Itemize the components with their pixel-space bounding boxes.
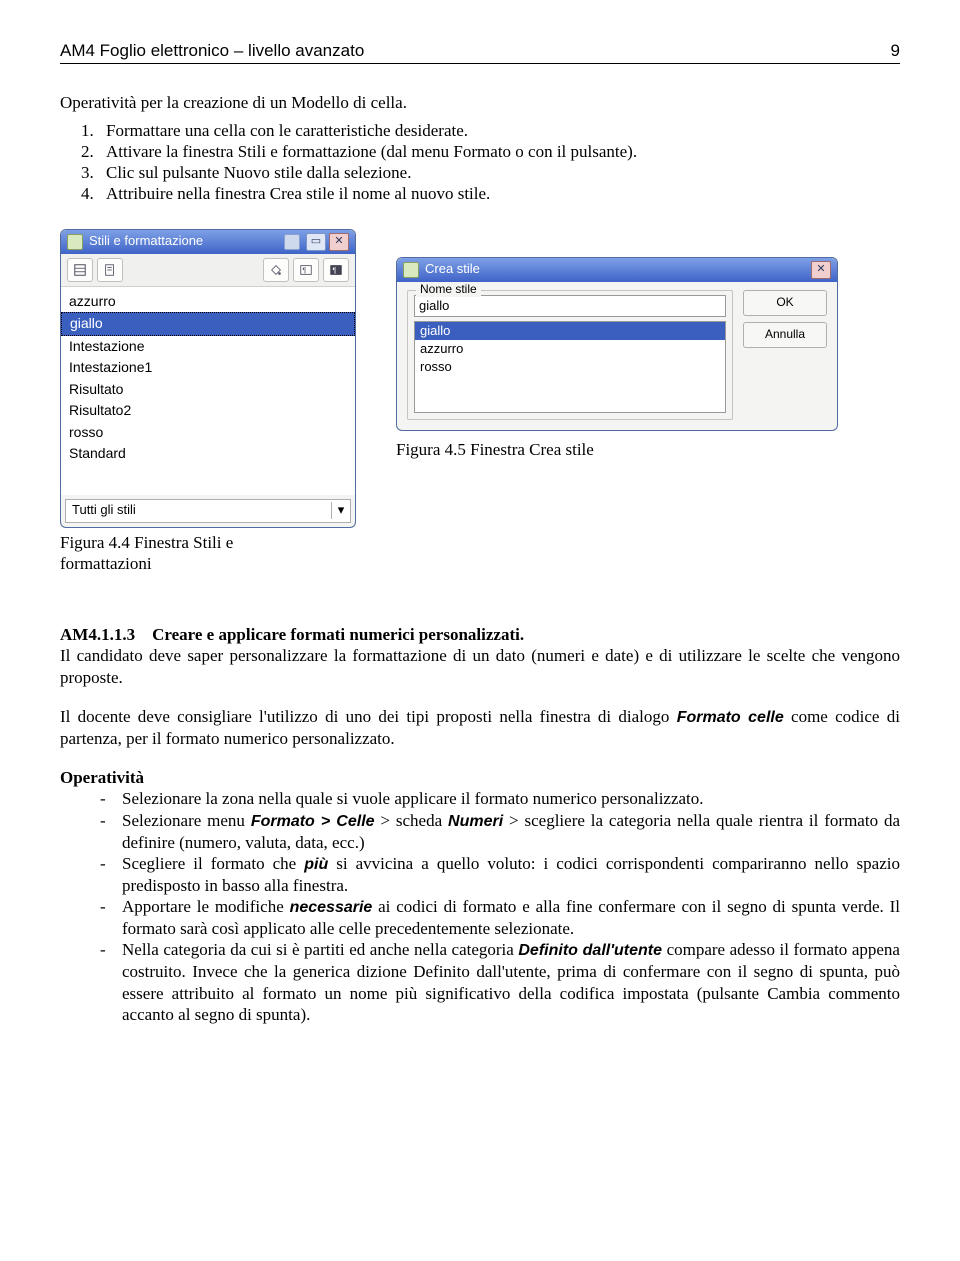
filter-combo[interactable]: Tutti gli stili ▾ [65, 499, 351, 523]
groupbox-legend: Nome stile [416, 282, 481, 297]
list-item[interactable]: Standard [61, 443, 355, 465]
subsection-para2: Il docente deve consigliare l'utilizzo d… [60, 706, 900, 749]
subsection-heading: AM4.1.1.3 Creare e applicare formati num… [60, 624, 900, 645]
list-item: Scegliere il formato che più si avvicina… [94, 853, 900, 896]
page-header: AM4 Foglio elettronico – livello avanzat… [60, 40, 900, 61]
toolbar: ¶ ¶ [61, 254, 355, 287]
create-style-dialog: Crea stile ✕ Nome stile giallo giallo az… [396, 257, 838, 431]
styles-window: Stili e formattazione ▭ ✕ [60, 229, 356, 528]
subsection-number: AM4.1.1.3 [60, 625, 135, 644]
list-item-selected[interactable]: giallo [61, 312, 355, 336]
subsection-title: Creare e applicare formati numerici pers… [152, 625, 524, 644]
list-item: Selezionare la zona nella quale si vuole… [94, 788, 900, 809]
cell-styles-icon[interactable] [67, 258, 93, 282]
cancel-button[interactable]: Annulla [743, 322, 827, 348]
close-button[interactable]: ✕ [329, 233, 349, 251]
list-item[interactable]: azzurro [415, 340, 725, 358]
step-item: Formattare una cella con le caratteristi… [98, 120, 900, 141]
list-item: Selezionare menu Formato > Celle > sched… [94, 810, 900, 853]
figure-caption-left-2: formattazioni [60, 553, 900, 574]
steps-list: Formattare una cella con le caratteristi… [98, 120, 900, 205]
style-name-list[interactable]: giallo azzurro rosso [414, 321, 726, 413]
step-item: Attivare la finestra Stili e formattazio… [98, 141, 900, 162]
dialog-titlebar: Crea stile ✕ [397, 258, 837, 282]
list-item[interactable]: Intestazione1 [61, 357, 355, 379]
new-style-icon[interactable]: ¶ [293, 258, 319, 282]
list-item[interactable]: rosso [415, 358, 725, 376]
list-item[interactable]: azzurro [61, 291, 355, 313]
list-item-selected[interactable]: giallo [415, 322, 725, 340]
svg-text:¶: ¶ [303, 267, 307, 274]
svg-text:¶: ¶ [333, 267, 337, 274]
style-name-input[interactable]: giallo [414, 295, 726, 317]
fill-format-icon[interactable] [263, 258, 289, 282]
pin-icon[interactable] [284, 234, 300, 250]
subsection-para1: Il candidato deve saper personalizzare l… [60, 645, 900, 688]
header-rule [60, 63, 900, 64]
list-item: Nella categoria da cui si è partiti ed a… [94, 939, 900, 1025]
minimize-button[interactable]: ▭ [306, 233, 326, 251]
operativita-title: Operatività [60, 767, 900, 788]
header-left: AM4 Foglio elettronico – livello avanzat… [60, 40, 364, 61]
step-item: Clic sul pulsante Nuovo stile dalla sele… [98, 162, 900, 183]
dialog-title: Crea stile [425, 261, 805, 277]
step-item: Attribuire nella finestra Crea stile il … [98, 183, 900, 204]
style-list[interactable]: azzurro giallo Intestazione Intestazione… [61, 287, 355, 495]
chevron-down-icon[interactable]: ▾ [331, 502, 350, 518]
ok-button[interactable]: OK [743, 290, 827, 316]
page-styles-icon[interactable] [97, 258, 123, 282]
list-item[interactable]: rosso [61, 422, 355, 444]
titlebar: Stili e formattazione ▭ ✕ [61, 230, 355, 254]
dialog-app-icon [403, 262, 419, 278]
page-number: 9 [891, 40, 900, 61]
name-groupbox: Nome stile giallo giallo azzurro rosso [407, 290, 733, 420]
figure-caption-right: Figura 4.5 Finestra Crea stile [396, 439, 900, 460]
list-item[interactable]: Intestazione [61, 336, 355, 358]
dialog-close-button[interactable]: ✕ [811, 261, 831, 279]
update-style-icon[interactable]: ¶ [323, 258, 349, 282]
app-icon [67, 234, 83, 250]
list-item[interactable]: Risultato2 [61, 400, 355, 422]
list-item[interactable]: Risultato [61, 379, 355, 401]
combo-value: Tutti gli stili [66, 502, 331, 518]
figure-caption-left-1: Figura 4.4 Finestra Stili e [60, 532, 900, 553]
operativita-list: Selezionare la zona nella quale si vuole… [94, 788, 900, 1025]
figures-row: Stili e formattazione ▭ ✕ [60, 229, 900, 528]
section-title: Operatività per la creazione di un Model… [60, 92, 900, 113]
list-item: Apportare le modifiche necessarie ai cod… [94, 896, 900, 939]
window-title: Stili e formattazione [89, 233, 272, 249]
